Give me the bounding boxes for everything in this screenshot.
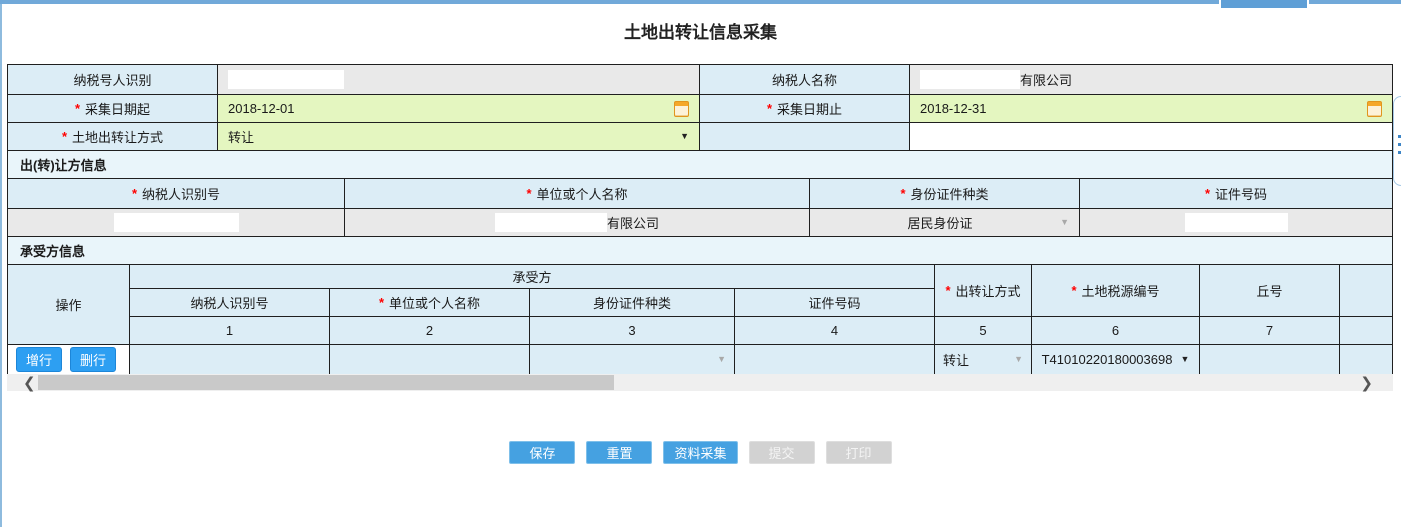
page-title: 土地出转让信息采集 [0,18,1401,43]
col6-header: *土地税源编号 [1032,265,1200,317]
calendar-icon[interactable] [674,101,689,117]
transferor-section-title: 出(转)让方信息 [8,151,1393,179]
form-area: 纳税号人识别 纳税人名称 有限公司 * 采集日期起 2018-12-01 * 采… [7,64,1393,375]
col-number: 3 [530,317,735,345]
chevron-down-icon: ▼ [717,355,726,364]
sub-header-idtype: 身份证件种类 [530,289,735,317]
delete-row-button[interactable]: 删行 [70,347,116,372]
transferor-name-field: 有限公司 [345,209,810,237]
taxpayer-name-suffix: 有限公司 [1020,70,1072,89]
side-floating-widget[interactable] [1393,96,1401,186]
chevron-down-icon[interactable]: ▼ [1180,355,1189,364]
col5-header: *出转让方式 [935,265,1032,317]
form-row-mode: * 土地出转让方式 转让 ▼ [8,123,1393,151]
transferee-group-header: 承受方 [130,265,935,289]
chevron-down-icon: ▼ [1060,218,1069,227]
calendar-icon[interactable] [1367,101,1382,117]
sub-header-id: 纳税人识别号 [130,289,330,317]
top-accent-bar [0,0,1401,4]
transferee-data-row: 增行 删行 ▼ 转让 ▼ T41010220180003698 ▼ [8,345,1393,375]
scroll-right-arrow[interactable]: ❯ [1360,374,1373,391]
row-col8-input-partial[interactable] [1340,345,1393,375]
transferor-idno-field [1080,209,1393,237]
row-op-cell: 增行 删行 [8,345,130,375]
transferor-value-row: 有限公司 居民身份证 ▼ [8,209,1393,237]
transferee-section-title: 承受方信息 [8,237,1393,265]
transferee-header-grid: 操作 承受方 *出转让方式 *土地税源编号 丘号 纳税人识别号 *单位或个人名称… [8,265,1393,345]
scroll-left-arrow[interactable]: ❮ [23,374,36,391]
chevron-down-icon[interactable]: ▼ [680,132,689,141]
col-number: 5 [935,317,1032,345]
add-row-button[interactable]: 增行 [16,347,62,372]
transferor-header-row: *纳税人识别号 *单位或个人名称 *身份证件种类 *证件号码 [8,179,1393,209]
col-number: 6 [1032,317,1200,345]
col-number: 2 [330,317,530,345]
redacted-taxpayer-name [920,70,1020,89]
reset-button[interactable]: 重置 [586,441,652,464]
col7-header: 丘号 [1200,265,1340,317]
date-start-input[interactable]: 2018-12-01 [218,95,700,123]
row-tax-source-select[interactable]: T41010220180003698 ▼ [1032,345,1200,375]
col8-header-partial [1340,265,1393,317]
redacted-transferor-idno [1185,213,1288,232]
transfer-mode-label: * 土地出转让方式 [8,123,218,151]
col-number: 1 [130,317,330,345]
col-number-empty [1340,317,1393,345]
row-name-input[interactable] [330,345,530,375]
redacted-transferor-id [114,213,239,232]
transferor-id-field [8,209,345,237]
transferor-idtype-select: 居民身份证 ▼ [810,209,1080,237]
chevron-down-icon: ▼ [1014,355,1023,364]
transfer-mode-select[interactable]: 转让 ▼ [218,123,700,151]
taxpayer-id-field [218,65,700,95]
form-row-taxpayer: 纳税号人识别 纳税人名称 有限公司 [8,65,1393,95]
date-end-input[interactable]: 2018-12-31 [910,95,1393,123]
transferor-header-idno: *证件号码 [1080,179,1393,209]
taxpayer-name-label: 纳税人名称 [700,65,910,95]
transferor-header-name: *单位或个人名称 [345,179,810,209]
col-number: 7 [1200,317,1340,345]
date-end-label: * 采集日期止 [700,95,910,123]
date-start-label: * 采集日期起 [8,95,218,123]
row-idno-field [735,345,935,375]
transferor-header-id: *纳税人识别号 [8,179,345,209]
sub-header-name: *单位或个人名称 [330,289,530,317]
op-column-header: 操作 [8,265,130,345]
taxpayer-name-field: 有限公司 [910,65,1393,95]
scrollbar-thumb[interactable] [38,375,614,390]
print-button: 打印 [826,441,892,464]
horizontal-scrollbar[interactable]: ❮ ❯ [7,374,1393,391]
empty-value-cell [910,123,1393,151]
row-idtype-select: ▼ [530,345,735,375]
collect-button[interactable]: 资料采集 [663,441,737,464]
save-button[interactable]: 保存 [509,441,575,464]
action-button-row: 保存 重置 资料采集 提交 打印 [0,441,1401,464]
form-row-dates: * 采集日期起 2018-12-01 * 采集日期止 2018-12-31 [8,95,1393,123]
topbar-tab [1219,0,1309,8]
taxpayer-id-label: 纳税号人识别 [8,65,218,95]
empty-label-cell [700,123,910,151]
sub-header-idno: 证件号码 [735,289,935,317]
row-mode-select: 转让 ▼ [935,345,1032,375]
submit-button: 提交 [749,441,815,464]
transferor-header-idtype: *身份证件种类 [810,179,1080,209]
col-number: 4 [735,317,935,345]
redacted-taxpayer-id [228,70,344,89]
row-taxpayer-id-input[interactable] [130,345,330,375]
transferor-name-suffix: 有限公司 [607,213,659,232]
row-plot-no-input[interactable] [1200,345,1340,375]
redacted-transferor-name [495,213,607,232]
